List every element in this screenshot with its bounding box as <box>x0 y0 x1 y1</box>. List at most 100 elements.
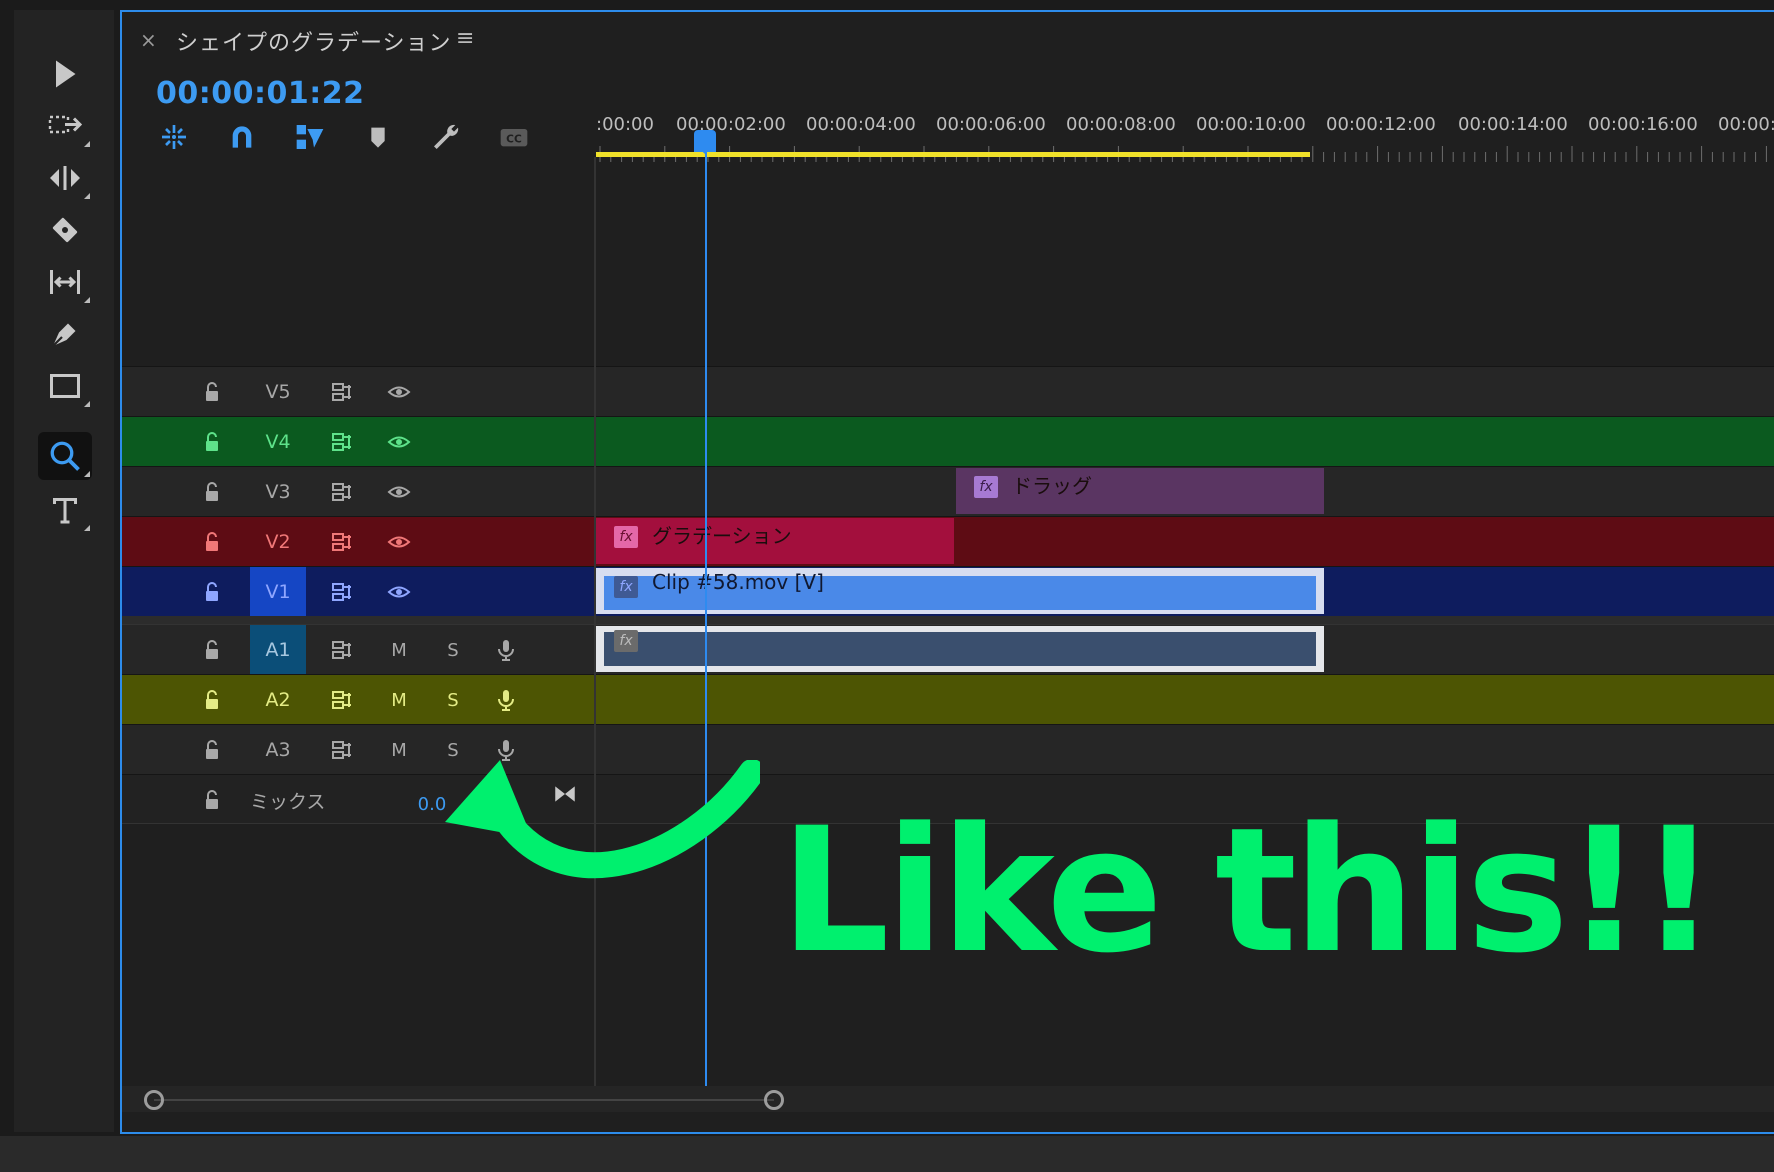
track-label-v1[interactable]: V1 <box>250 567 306 617</box>
ruler-label: 00:00:06:00 <box>936 114 1046 135</box>
scrollbar-thumb[interactable] <box>154 1099 774 1101</box>
sync-lock-icon <box>332 691 351 709</box>
track-lock-toggle[interactable] <box>194 417 230 467</box>
track-label-v2[interactable]: V2 <box>250 517 306 567</box>
panel-menu-icon[interactable]: ≡ <box>456 26 474 51</box>
lock-icon <box>206 740 218 759</box>
clip-v2[interactable]: fx グラデーション <box>596 518 954 564</box>
rectangle-icon <box>50 374 80 398</box>
playhead-timecode[interactable]: 00:00:01:22 <box>156 76 364 111</box>
razor-tool[interactable] <box>38 206 92 254</box>
zoom-tool[interactable] <box>38 432 92 480</box>
scrollbar-right-handle[interactable] <box>764 1090 784 1110</box>
eye-icon <box>387 486 411 498</box>
sync-lock-toggle[interactable] <box>316 517 368 567</box>
fx-badge: fx <box>974 476 998 498</box>
rectangle-tool[interactable] <box>38 362 92 410</box>
track-row-v3: V3 <box>122 466 1774 516</box>
time-ruler[interactable]: :00:00 00:00:02:00 00:00:04:00 00:00:06:… <box>596 100 1774 170</box>
track-lock-toggle[interactable] <box>194 675 230 725</box>
track-label-a3[interactable]: A3 <box>250 725 306 775</box>
sync-lock-icon <box>332 583 351 601</box>
track-select-tool[interactable] <box>38 102 92 150</box>
lock-icon <box>206 382 218 401</box>
solo-button[interactable]: S <box>432 675 474 725</box>
timeline-settings-button[interactable] <box>424 120 468 154</box>
eye-icon <box>387 386 411 398</box>
clip-v3[interactable]: fx ドラッグ <box>956 468 1324 514</box>
lock-icon <box>206 432 218 451</box>
voiceover-record-button[interactable] <box>484 675 528 725</box>
ruler-label: 00:00:08:00 <box>1066 114 1176 135</box>
track-lock-toggle[interactable] <box>194 625 230 675</box>
zoom-scrollbar[interactable] <box>122 1086 1774 1112</box>
captions-button[interactable]: CC <box>492 120 536 154</box>
ruler-label: 00:00:02:00 <box>676 114 786 135</box>
scrollbar-left-handle[interactable] <box>144 1090 164 1110</box>
track-lock-toggle[interactable] <box>194 725 230 775</box>
type-icon <box>53 498 77 524</box>
annotation-arrow-icon <box>445 760 760 879</box>
mix-track-label: ミックス <box>250 790 326 813</box>
track-lock-toggle[interactable] <box>194 517 230 567</box>
ruler-label: 00:00:04:00 <box>806 114 916 135</box>
ripple-edit-tool[interactable] <box>38 154 92 202</box>
sync-lock-toggle[interactable] <box>316 625 368 675</box>
ruler-label: :00:00 <box>596 114 654 135</box>
ruler-label: 00:00:16:00 <box>1588 114 1698 135</box>
sync-lock-toggle[interactable] <box>316 417 368 467</box>
sync-lock-toggle[interactable] <box>316 725 368 775</box>
track-row-a3: A3 M S <box>122 724 1774 774</box>
linked-selection-button[interactable] <box>288 120 332 154</box>
track-label-a1[interactable]: A1 <box>250 625 306 675</box>
track-output-toggle[interactable] <box>376 517 422 567</box>
timeline-tab[interactable]: × シェイプのグラデーション ≡ <box>122 12 1774 68</box>
selection-tool[interactable] <box>38 50 92 98</box>
track-label-v4[interactable]: V4 <box>250 417 306 467</box>
clip-name: ドラッグ <box>1012 474 1092 498</box>
nest-button[interactable] <box>152 120 196 154</box>
track-lock-toggle[interactable] <box>194 367 230 417</box>
track-lock-toggle[interactable] <box>194 775 230 825</box>
track-lock-toggle[interactable] <box>194 467 230 517</box>
clip-name: Clip #58.mov [V] <box>652 570 824 594</box>
add-marker-button[interactable] <box>356 120 400 154</box>
sync-lock-toggle[interactable] <box>316 567 368 617</box>
track-label-v3[interactable]: V3 <box>250 467 306 517</box>
mute-button[interactable]: M <box>378 675 420 725</box>
track-row-v5: V5 <box>122 366 1774 416</box>
ruler-label: 00:00:14:00 <box>1458 114 1568 135</box>
track-output-toggle[interactable] <box>376 367 422 417</box>
wrench-settings-icon <box>434 124 459 149</box>
mute-button[interactable]: M <box>378 625 420 675</box>
track-output-toggle[interactable] <box>376 467 422 517</box>
playhead-handle[interactable] <box>694 130 716 154</box>
sync-lock-toggle[interactable] <box>316 467 368 517</box>
audio-waveform <box>604 632 1316 666</box>
sync-lock-toggle[interactable] <box>316 367 368 417</box>
track-label-v5[interactable]: V5 <box>250 367 306 417</box>
sync-lock-icon <box>332 641 351 659</box>
voiceover-record-button[interactable] <box>484 625 528 675</box>
slip-tool[interactable] <box>38 258 92 306</box>
bottom-bar <box>0 1136 1774 1172</box>
pen-tool[interactable] <box>38 310 92 358</box>
video-audio-divider[interactable] <box>122 616 1774 624</box>
eye-icon <box>387 586 411 598</box>
track-output-toggle[interactable] <box>376 417 422 467</box>
lock-icon <box>206 640 218 659</box>
snap-button[interactable] <box>220 120 264 154</box>
sync-lock-toggle[interactable] <box>316 675 368 725</box>
tab-close-button[interactable]: × <box>140 28 157 52</box>
sequence-title: シェイプのグラデーション <box>176 31 452 56</box>
ruler-label: 00:00: <box>1718 114 1774 135</box>
track-output-toggle[interactable] <box>376 567 422 617</box>
type-tool[interactable] <box>38 486 92 534</box>
track-lock-toggle[interactable] <box>194 567 230 617</box>
add-marker-icon <box>371 127 385 148</box>
microphone-icon <box>498 640 514 661</box>
track-label-a2[interactable]: A2 <box>250 675 306 725</box>
sync-lock-icon <box>332 483 351 501</box>
solo-button[interactable]: S <box>432 625 474 675</box>
mute-button[interactable]: M <box>378 725 420 775</box>
